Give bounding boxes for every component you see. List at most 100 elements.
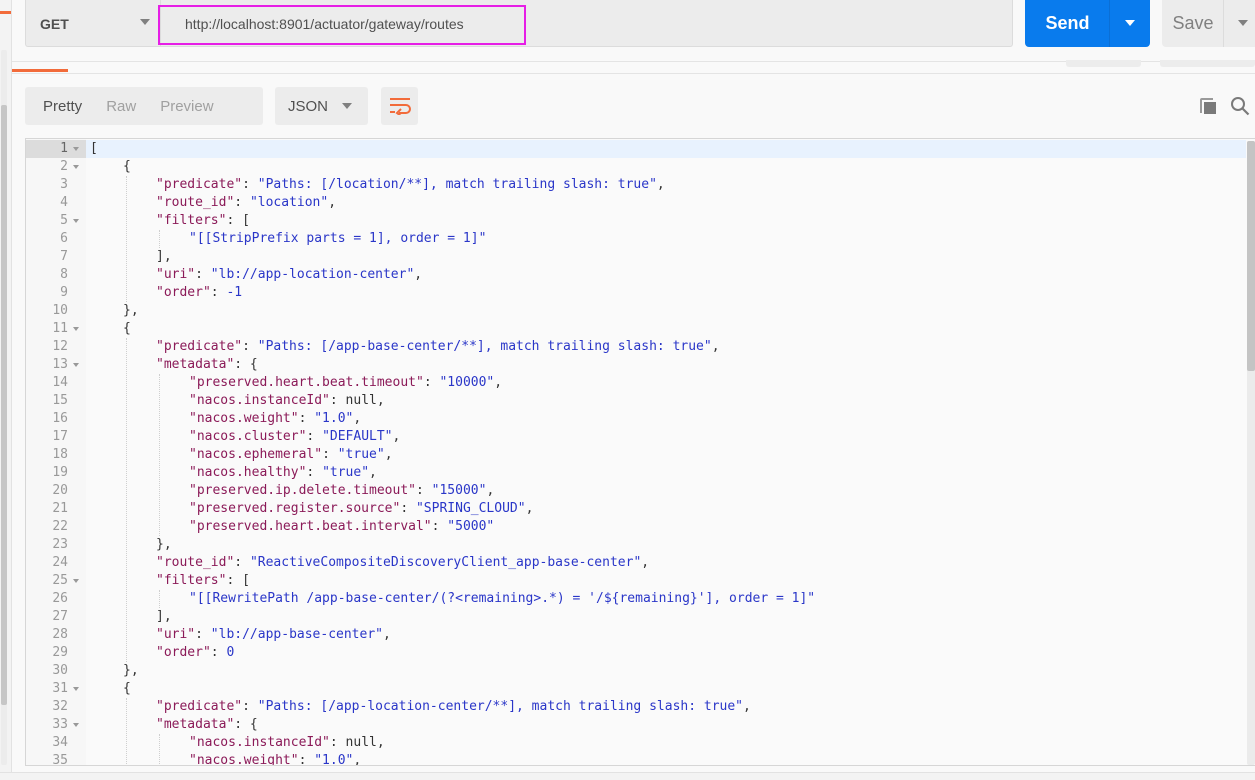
code-line: 20 "preserved.ip.delete.timeout": "15000"… [26,482,1246,500]
fold-toggle-icon[interactable] [73,219,79,223]
code-text: "uri": "lb://app-location-center", [156,267,423,282]
line-number: 35 [52,753,68,766]
fold-toggle-icon[interactable] [73,579,79,583]
code-line: 12 "predicate": "Paths: [/app-base-center… [26,338,1246,356]
view-mode-tabs: Pretty Raw Preview [25,87,263,125]
line-number: 15 [52,393,68,408]
wrap-lines-button[interactable] [381,87,418,125]
line-number: 27 [52,609,68,624]
code-text: }, [156,537,172,552]
line-number: 18 [52,447,68,462]
send-label: Send [1045,13,1090,33]
line-number: 22 [52,519,68,534]
code-text: "nacos.instanceId": null, [189,735,385,750]
code-line: 32 "predicate": "Paths: [/app-location-ce… [26,698,1246,716]
code-text: "filters": [ [156,213,250,228]
save-button[interactable]: Save [1162,0,1255,47]
save-options-chevron-icon[interactable] [1238,20,1248,26]
code-text: "preserved.ip.delete.timeout": "15000", [189,483,495,498]
line-number: 23 [52,537,68,552]
tab-preview[interactable]: Preview [136,98,213,115]
sidebar-scrollbar-thumb[interactable] [1,105,7,705]
sidebar-edge [0,0,12,780]
line-number: 29 [52,645,68,660]
code-text: { [123,681,131,696]
cookies-button[interactable] [1066,60,1141,67]
code-line: 34 "nacos.instanceId": null, [26,734,1246,752]
code-text: "order": -1 [156,285,243,300]
line-number: 12 [52,339,68,354]
line-number: 24 [52,555,68,570]
code-text: "nacos.healthy": "true", [189,465,377,480]
code-text: "[[RewritePath /app-base-center/(?<remai… [189,591,816,606]
code-line: 6 "[[StripPrefix parts = 1], order = 1]" [26,230,1246,248]
send-divider [1109,0,1110,47]
method-select[interactable]: GET [26,0,161,47]
code-text: "preserved.heart.beat.timeout": "10000", [189,375,503,390]
code-text: "preserved.heart.beat.interval": "5000" [189,519,495,534]
code-line: 35 "nacos.weight": "1.0", [26,752,1246,766]
code-text: [ [90,141,98,156]
line-number: 9 [60,285,68,300]
url-input[interactable] [172,0,1002,47]
indent-guide [126,176,127,302]
code-line: 28 "uri": "lb://app-base-center", [26,626,1246,644]
code-text: ], [156,609,172,624]
postman-window: GET Send Save Pretty Raw Preview JSON [0,0,1255,780]
send-button[interactable]: Send [1025,0,1150,47]
editor-scrollbar-thumb[interactable] [1247,141,1255,371]
line-number: 28 [52,627,68,642]
fold-toggle-icon[interactable] [73,723,79,727]
fold-toggle-icon[interactable] [73,363,79,367]
code-line: 5 "filters": [ [26,212,1246,230]
fold-toggle-icon[interactable] [73,165,79,169]
format-select[interactable]: JSON [275,87,368,125]
indent-guide [126,338,127,662]
status-bar [0,772,1255,780]
code-line: 14 "preserved.heart.beat.timeout": "10000… [26,374,1246,392]
tab-pretty[interactable]: Pretty [25,98,82,115]
line-number: 32 [52,699,68,714]
code-line: 8 "uri": "lb://app-location-center", [26,266,1246,284]
tab-raw[interactable]: Raw [82,98,136,115]
fold-toggle-icon[interactable] [73,687,79,691]
code-line: 2{ [26,158,1246,176]
response-body-editor[interactable]: 1[2{3 "predicate": "Paths: [/location/**]… [25,138,1255,766]
code-button[interactable] [1160,60,1255,67]
chevron-down-icon [140,19,150,25]
code-line: 30}, [26,662,1246,680]
code-text: "filters": [ [156,573,250,588]
line-number: 4 [60,195,68,210]
code-line: 18 "nacos.ephemeral": "true", [26,446,1246,464]
send-options-chevron-icon[interactable] [1125,20,1135,26]
indent-guide [159,374,160,536]
code-text: "predicate": "Paths: [/app-location-cent… [156,699,751,714]
line-number: 14 [52,375,68,390]
code-text: "uri": "lb://app-base-center", [156,627,391,642]
code-line: 19 "nacos.healthy": "true", [26,464,1246,482]
copy-icon[interactable] [1199,97,1217,115]
fold-toggle-icon[interactable] [73,327,79,331]
code-line: 16 "nacos.weight": "1.0", [26,410,1246,428]
line-number: 26 [52,591,68,606]
line-number: 6 [60,231,68,246]
line-number: 7 [60,249,68,264]
line-number: 19 [52,465,68,480]
indent-guide [159,230,160,248]
code-text: { [123,321,131,336]
code-text: "metadata": { [156,357,258,372]
code-line: 4 "route_id": "location", [26,194,1246,212]
code-text: "route_id": "location", [156,195,337,210]
format-label: JSON [288,97,329,115]
line-number: 30 [52,663,68,678]
save-divider [1223,0,1224,47]
response-tabs-divider [12,73,1255,74]
line-number: 34 [52,735,68,750]
wrap-lines-icon [389,98,411,115]
method-label: GET [40,15,69,32]
code-line: 10}, [26,302,1246,320]
code-text: "metadata": { [156,717,258,732]
search-icon[interactable] [1230,96,1250,116]
code-text: "nacos.ephemeral": "true", [189,447,393,462]
fold-toggle-icon[interactable] [73,147,79,151]
